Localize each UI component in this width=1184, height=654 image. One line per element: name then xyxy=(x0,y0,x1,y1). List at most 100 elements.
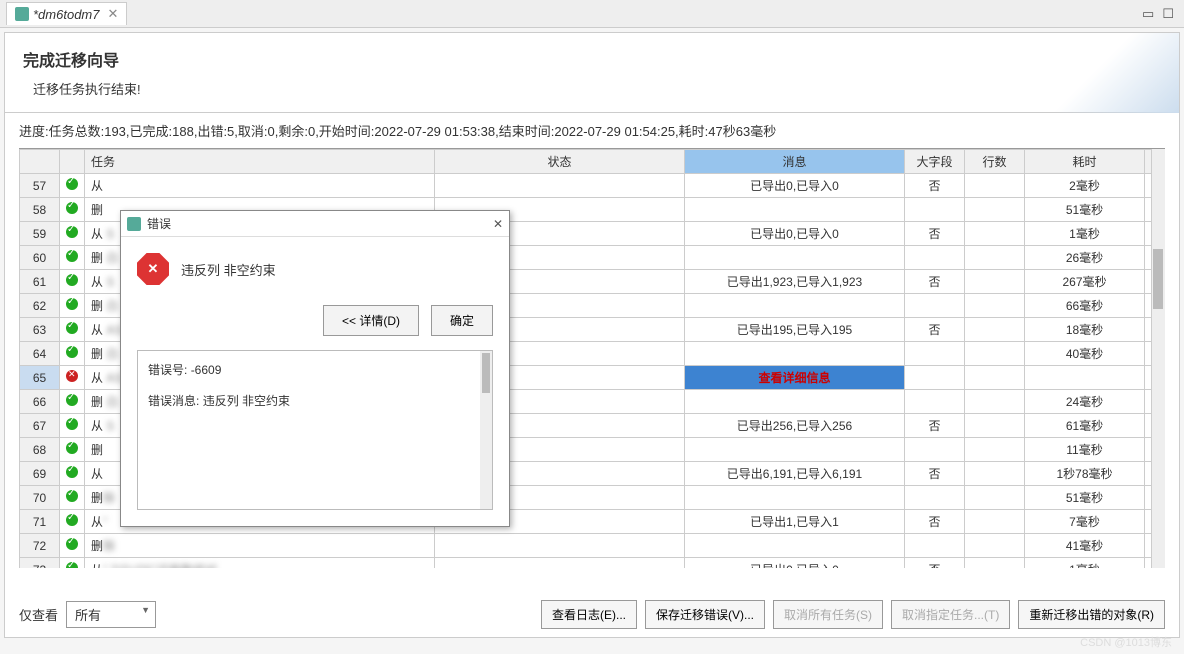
status-cell xyxy=(60,510,85,534)
filter-combo[interactable]: 所有 xyxy=(66,601,156,628)
bigfield-cell: 否 xyxy=(905,222,965,246)
row-number: 63 xyxy=(20,318,60,342)
message-cell: 已导出0,已导入0 xyxy=(685,174,905,198)
message-cell xyxy=(685,486,905,510)
scroll-thumb[interactable] xyxy=(1153,249,1163,309)
close-icon[interactable]: ✕ xyxy=(107,6,118,22)
wizard-title: 完成迁移向导 xyxy=(23,47,1161,71)
row-number: 57 xyxy=(20,174,60,198)
rows-cell xyxy=(965,294,1025,318)
check-icon xyxy=(66,418,78,430)
status-cell xyxy=(60,198,85,222)
col-bigfield[interactable]: 大字段 xyxy=(905,150,965,174)
elapsed-cell: 40毫秒 xyxy=(1025,342,1145,366)
status-cell xyxy=(60,342,85,366)
col-rows[interactable]: 行数 xyxy=(965,150,1025,174)
row-number: 61 xyxy=(20,270,60,294)
rows-cell xyxy=(965,342,1025,366)
window-controls: ▭ ☐ xyxy=(1142,6,1174,22)
bigfield-cell: 否 xyxy=(905,174,965,198)
message-cell: 已导出0,已导入0 xyxy=(685,222,905,246)
status-cell xyxy=(60,414,85,438)
dialog-titlebar[interactable]: 错误 ✕ xyxy=(121,211,509,237)
maximize-icon[interactable]: ☐ xyxy=(1162,6,1174,22)
retry-errors-button[interactable]: 重新迁移出错的对象(R) xyxy=(1018,600,1165,629)
error-detail-box[interactable]: 错误号: -6609 错误消息: 违反列 非空约束 xyxy=(137,350,493,510)
elapsed-cell: 26毫秒 xyxy=(1025,246,1145,270)
dialog-title: 错误 xyxy=(147,215,171,232)
row-number: 64 xyxy=(20,342,60,366)
col-message[interactable]: 消息 xyxy=(685,150,905,174)
message-cell[interactable]: 查看详细信息 xyxy=(685,366,905,390)
rows-cell xyxy=(965,270,1025,294)
row-number: 65 xyxy=(20,366,60,390)
rows-cell xyxy=(965,222,1025,246)
status-cell xyxy=(60,294,85,318)
elapsed-cell xyxy=(1025,366,1145,390)
status-text-cell xyxy=(435,174,685,198)
row-number: 60 xyxy=(20,246,60,270)
rows-cell xyxy=(965,534,1025,558)
bigfield-cell: 否 xyxy=(905,270,965,294)
row-number: 71 xyxy=(20,510,60,534)
error-detail-message: 错误消息: 违反列 非空约束 xyxy=(148,392,482,409)
bottom-toolbar: 仅查看 所有 查看日志(E)... 保存迁移错误(V)... 取消所有任务(S)… xyxy=(19,600,1165,629)
elapsed-cell: 7毫秒 xyxy=(1025,510,1145,534)
bigfield-cell xyxy=(905,438,965,462)
rows-cell xyxy=(965,462,1025,486)
check-icon xyxy=(66,226,78,238)
check-icon xyxy=(66,346,78,358)
table-row[interactable]: 72删除41毫秒 xyxy=(20,534,1165,558)
task-cell: 从 xyxy=(85,174,435,198)
minimize-icon[interactable]: ▭ xyxy=(1142,6,1154,22)
col-task[interactable]: 任务 xyxy=(85,150,435,174)
bigfield-cell xyxy=(905,246,965,270)
vertical-scrollbar[interactable] xyxy=(1151,149,1165,568)
ok-button[interactable]: 确定 xyxy=(431,305,493,336)
dialog-body: ✕ 违反列 非空约束 << 详情(D) 确定 错误号: -6609 错误消息: … xyxy=(121,237,509,526)
tab-dm6todm7[interactable]: *dm6todm7 ✕ xyxy=(6,2,127,25)
dialog-icon xyxy=(127,217,141,231)
row-number: 70 xyxy=(20,486,60,510)
elapsed-cell: 2毫秒 xyxy=(1025,174,1145,198)
view-log-button[interactable]: 查看日志(E)... xyxy=(541,600,637,629)
check-icon xyxy=(66,322,78,334)
status-text-cell xyxy=(435,534,685,558)
col-status-icon[interactable] xyxy=(60,150,85,174)
col-status[interactable]: 状态 xyxy=(435,150,685,174)
check-icon xyxy=(66,490,78,502)
task-cell: 删除 xyxy=(85,534,435,558)
rows-cell xyxy=(965,390,1025,414)
bigfield-cell: 否 xyxy=(905,462,965,486)
message-cell xyxy=(685,342,905,366)
rows-cell xyxy=(965,318,1025,342)
message-cell xyxy=(685,534,905,558)
details-button[interactable]: << 详情(D) xyxy=(323,305,419,336)
col-elapsed[interactable]: 耗时 xyxy=(1025,150,1145,174)
status-cell xyxy=(60,438,85,462)
elapsed-cell: 41毫秒 xyxy=(1025,534,1145,558)
elapsed-cell: 66毫秒 xyxy=(1025,294,1145,318)
col-rownum[interactable] xyxy=(20,150,60,174)
rows-cell xyxy=(965,198,1025,222)
rows-cell xyxy=(965,414,1025,438)
cancel-selected-button[interactable]: 取消指定任务...(T) xyxy=(891,600,1010,629)
rows-cell xyxy=(965,438,1025,462)
status-cell xyxy=(60,246,85,270)
elapsed-cell: 1毫秒 xyxy=(1025,222,1145,246)
detail-thumb[interactable] xyxy=(482,353,490,393)
message-cell xyxy=(685,438,905,462)
dialog-close-icon[interactable]: ✕ xyxy=(493,217,503,231)
check-icon xyxy=(66,538,78,550)
wizard-header: 完成迁移向导 迁移任务执行结束! xyxy=(5,33,1179,112)
elapsed-cell: 267毫秒 xyxy=(1025,270,1145,294)
table-row[interactable]: 73从" TITUTE"迁移数组对已导出0,已导入0否1毫秒 xyxy=(20,558,1165,569)
error-number: 错误号: -6609 xyxy=(148,361,482,378)
status-cell xyxy=(60,390,85,414)
check-icon xyxy=(66,442,78,454)
cancel-all-button[interactable]: 取消所有任务(S) xyxy=(773,600,883,629)
check-icon xyxy=(66,562,78,568)
detail-scrollbar[interactable] xyxy=(480,351,492,509)
save-errors-button[interactable]: 保存迁移错误(V)... xyxy=(645,600,765,629)
table-row[interactable]: 57 从 已导出0,已导入0否 2毫秒 xyxy=(20,174,1165,198)
